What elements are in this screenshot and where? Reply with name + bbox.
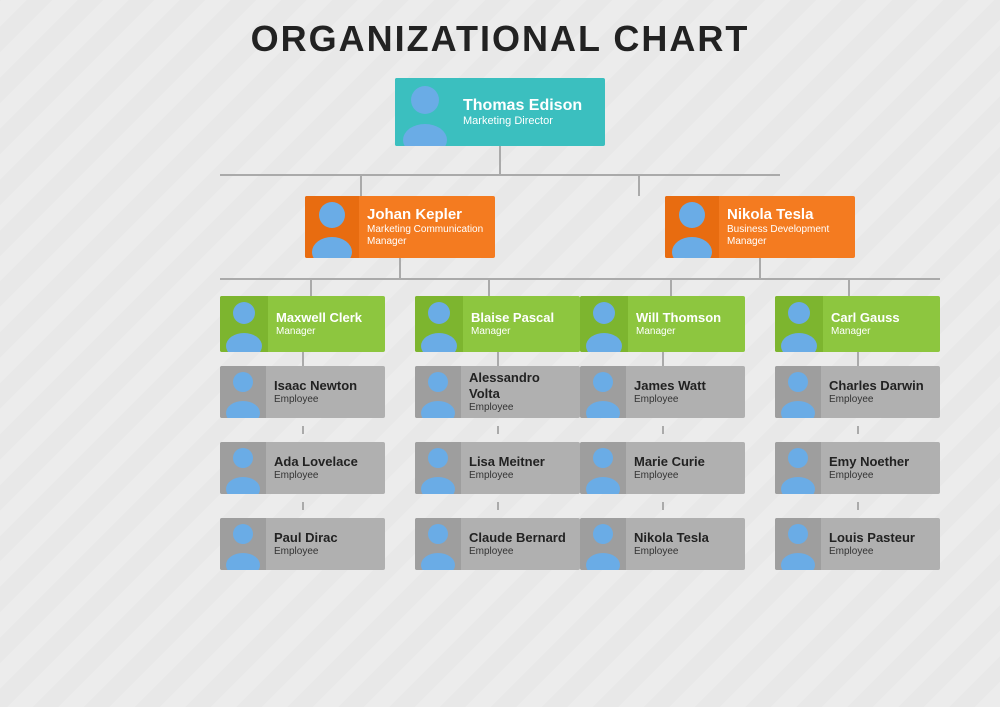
title-louis: Employee xyxy=(829,546,915,558)
avatar-nikola-l4 xyxy=(580,518,626,570)
name-johan-kepler: Johan Kepler xyxy=(367,206,487,224)
avatar-nikola-l2 xyxy=(665,196,719,258)
name-claude: Claude Bernard xyxy=(469,530,566,546)
branch-johan-kepler: Johan Kepler Marketing Communication Man… xyxy=(220,196,580,570)
avatar-louis xyxy=(775,518,821,570)
l4-col-blaise: Alessandro Volta Employee xyxy=(415,366,580,570)
title-isaac: Employee xyxy=(274,394,357,406)
name-isaac: Isaac Newton xyxy=(274,378,357,394)
node-isaac-newton: Isaac Newton Employee xyxy=(220,366,385,418)
title-will: Manager xyxy=(636,326,721,338)
title-claude: Employee xyxy=(469,546,566,558)
title-carl: Manager xyxy=(831,326,900,338)
l2-row: Johan Kepler Marketing Communication Man… xyxy=(220,196,780,570)
avatar-lisa xyxy=(415,442,461,494)
title-nikola-l4: Employee xyxy=(634,546,709,558)
name-lisa: Lisa Meitner xyxy=(469,454,545,470)
avatar-ada xyxy=(220,442,266,494)
title-johan-kepler: Marketing Communication Manager xyxy=(367,224,487,248)
title-paul: Employee xyxy=(274,546,338,558)
title-james: Employee xyxy=(634,394,706,406)
branch-will: Will Thomson Manager xyxy=(580,296,745,570)
branch-carl: Carl Gauss Manager xyxy=(775,296,940,570)
title-marie: Employee xyxy=(634,470,705,482)
title-maxwell: Manager xyxy=(276,326,362,338)
name-volta: Alessandro Volta xyxy=(469,370,572,401)
name-nikola-l2: Nikola Tesla xyxy=(727,206,847,224)
node-ada-lovelace: Ada Lovelace Employee xyxy=(220,442,385,494)
l4-col-will: James Watt Employee xyxy=(580,366,745,570)
node-blaise-pascal: Blaise Pascal Manager xyxy=(415,296,580,352)
name-thomas-edison: Thomas Edison xyxy=(463,96,582,115)
name-carl: Carl Gauss xyxy=(831,310,900,326)
avatar-charles xyxy=(775,366,821,418)
avatar-blaise xyxy=(415,296,463,352)
node-thomas-edison: Thomas Edison Marketing Director xyxy=(395,78,605,146)
node-lisa: Lisa Meitner Employee xyxy=(415,442,580,494)
name-charles: Charles Darwin xyxy=(829,378,924,394)
connector-h-l2-spacer xyxy=(220,176,780,196)
node-emy-noether: Emy Noether Employee xyxy=(775,442,940,494)
avatar-isaac xyxy=(220,366,266,418)
branch-maxwell: Maxwell Clerk Manager xyxy=(220,296,385,570)
node-carl-gauss: Carl Gauss Manager xyxy=(775,296,940,352)
avatar-johan-kepler xyxy=(305,196,359,258)
l3-row-left: Maxwell Clerk Manager xyxy=(220,296,580,570)
org-chart: Thomas Edison Marketing Director xyxy=(10,78,990,570)
title-charles: Employee xyxy=(829,394,924,406)
avatar-will xyxy=(580,296,628,352)
node-maxwell-clerk: Maxwell Clerk Manager xyxy=(220,296,385,352)
node-volta: Alessandro Volta Employee xyxy=(415,366,580,418)
node-james-watt: James Watt Employee xyxy=(580,366,745,418)
avatar-volta xyxy=(415,366,461,418)
name-ada: Ada Lovelace xyxy=(274,454,358,470)
title-thomas-edison: Marketing Director xyxy=(463,115,582,128)
name-maxwell: Maxwell Clerk xyxy=(276,310,362,326)
avatar-marie xyxy=(580,442,626,494)
l3-row-right: Will Thomson Manager xyxy=(580,296,940,570)
title-ada: Employee xyxy=(274,470,358,482)
node-nikola-l4: Nikola Tesla Employee xyxy=(580,518,745,570)
connector-top-down xyxy=(499,146,501,174)
avatar-james xyxy=(580,366,626,418)
avatar-carl xyxy=(775,296,823,352)
name-emy: Emy Noether xyxy=(829,454,909,470)
name-paul: Paul Dirac xyxy=(274,530,338,546)
title-lisa: Employee xyxy=(469,470,545,482)
node-johan-kepler: Johan Kepler Marketing Communication Man… xyxy=(305,196,495,258)
name-blaise: Blaise Pascal xyxy=(471,310,554,326)
node-claude: Claude Bernard Employee xyxy=(415,518,580,570)
l4-col-maxwell: Isaac Newton Employee xyxy=(220,366,385,570)
avatar-paul xyxy=(220,518,266,570)
title-volta: Employee xyxy=(469,402,572,414)
avatar-thomas-edison xyxy=(395,78,455,146)
name-marie: Marie Curie xyxy=(634,454,705,470)
node-will-thomson: Will Thomson Manager xyxy=(580,296,745,352)
name-will: Will Thomson xyxy=(636,310,721,326)
name-louis: Louis Pasteur xyxy=(829,530,915,546)
l4-col-carl: Charles Darwin Employee xyxy=(775,366,940,570)
title-nikola-l2: Business Development Manager xyxy=(727,224,847,248)
avatar-claude xyxy=(415,518,461,570)
branch-nikola-tesla: Nikola Tesla Business Development Manage… xyxy=(580,196,940,570)
node-nikola-tesla-l2: Nikola Tesla Business Development Manage… xyxy=(665,196,855,258)
title-emy: Employee xyxy=(829,470,909,482)
node-paul-dirac: Paul Dirac Employee xyxy=(220,518,385,570)
avatar-maxwell xyxy=(220,296,268,352)
avatar-emy xyxy=(775,442,821,494)
node-charles-darwin: Charles Darwin Employee xyxy=(775,366,940,418)
title-blaise: Manager xyxy=(471,326,554,338)
node-marie-curie: Marie Curie Employee xyxy=(580,442,745,494)
node-louis-pasteur: Louis Pasteur Employee xyxy=(775,518,940,570)
branch-blaise: Blaise Pascal Manager xyxy=(415,296,580,570)
name-nikola-l4: Nikola Tesla xyxy=(634,530,709,546)
name-james: James Watt xyxy=(634,378,706,394)
page-title: ORGANIZATIONAL CHART xyxy=(10,18,990,60)
